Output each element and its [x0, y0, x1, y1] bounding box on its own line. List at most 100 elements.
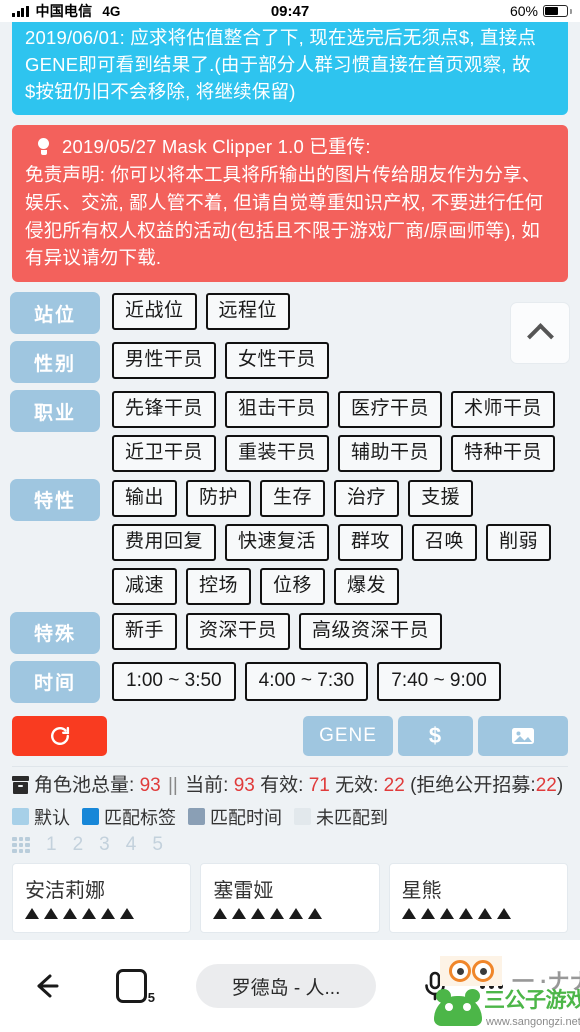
page-link[interactable]: 3	[99, 834, 110, 856]
legend-label: 未匹配到	[316, 807, 388, 828]
voice-search-button[interactable]	[420, 966, 450, 1006]
invalid-value: 22	[383, 774, 405, 796]
filter-row-class: 职业 先锋干员 狙击干员 医疗干员 术师干员 近卫干员 重装干员 辅助干员 特种…	[10, 390, 570, 472]
export-image-button[interactable]	[478, 715, 568, 756]
filter-tag[interactable]: 7:40 ~ 9:00	[377, 661, 501, 701]
character-card[interactable]: 塞雷娅	[200, 862, 380, 933]
more-menu-button[interactable]	[480, 983, 503, 989]
filter-tag[interactable]: 辅助干员	[338, 434, 443, 472]
filter-tag[interactable]: 召唤	[412, 523, 478, 561]
filter-tag[interactable]: 控场	[186, 567, 252, 605]
filter-tag[interactable]: 生存	[260, 479, 326, 517]
filter-tag[interactable]: 位移	[260, 567, 326, 605]
scroll-to-top-button[interactable]	[510, 302, 570, 364]
filter-tag[interactable]: 减速	[112, 567, 178, 605]
gene-button[interactable]: GENE	[303, 715, 393, 756]
filter-tag[interactable]: 特种干员	[451, 434, 556, 472]
invalid-label: 无效:	[335, 774, 379, 796]
current-label: 当前:	[185, 774, 229, 796]
filter-options-special: 新手 资深干员 高级资深干员	[112, 612, 443, 650]
address-bar-text: 罗德岛 - 人...	[231, 977, 341, 999]
filter-tag[interactable]: 爆发	[334, 567, 400, 605]
disclaimer-heading-row: 2019/05/27 Mask Clipper 1.0 已重传:	[25, 133, 555, 160]
filter-tag[interactable]: 近战位	[112, 293, 197, 330]
star-icon	[44, 907, 58, 919]
filter-tag[interactable]: 治疗	[334, 479, 400, 517]
filter-tag[interactable]: 削弱	[486, 523, 552, 561]
legend-label: 默认	[34, 807, 70, 828]
page-link[interactable]: 4	[126, 834, 137, 856]
filter-options-time: 1:00 ~ 3:50 4:00 ~ 7:30 7:40 ~ 9:00	[112, 661, 501, 701]
filter-tag[interactable]: 防护	[186, 479, 252, 517]
filter-tag[interactable]: 术师干员	[451, 391, 556, 428]
filter-label-gender: 性别	[10, 341, 100, 383]
filter-tag[interactable]: 先锋干员	[112, 391, 217, 428]
filter-options-trait: 输出 防护 生存 治疗 支援 费用回复 快速复活 群攻 召唤 削弱 减速 控场 …	[112, 479, 570, 605]
filter-row-position: 站位 近战位 远程位	[10, 292, 570, 334]
tab-switcher-button[interactable]: 5	[112, 964, 156, 1008]
page-link[interactable]: 2	[73, 834, 84, 856]
reset-button[interactable]	[12, 715, 107, 756]
filter-tag[interactable]: 高级资深干员	[299, 612, 443, 650]
filter-row-trait: 特性 输出 防护 生存 治疗 支援 费用回复 快速复活 群攻 召唤 削弱 减速 …	[10, 478, 570, 605]
filter-tag[interactable]: 快速复活	[225, 523, 330, 561]
legend-label: 匹配时间	[210, 807, 282, 828]
more-dots-icon	[480, 983, 503, 989]
page-link[interactable]: 1	[46, 834, 57, 856]
disclaimer-heading: 2019/05/27 Mask Clipper 1.0 已重传:	[62, 136, 371, 157]
filter-tag[interactable]: 输出	[112, 479, 178, 517]
filter-tag[interactable]: 狙击干员	[225, 391, 330, 428]
legend-item: 匹配标签	[82, 804, 176, 830]
star-icon	[213, 907, 228, 919]
back-button[interactable]	[26, 966, 66, 1006]
filter-tag[interactable]: 医疗干员	[338, 391, 443, 428]
filter-label-trait: 特性	[10, 478, 100, 521]
page-link[interactable]: 5	[152, 834, 163, 856]
reject-note-value: 22	[535, 774, 557, 796]
status-bar-right: 60%	[510, 3, 572, 19]
filter-label-position: 站位	[10, 292, 100, 334]
legend-item: 未匹配到	[294, 804, 388, 830]
filter-tag[interactable]: 男性干员	[112, 342, 217, 379]
filter-tag[interactable]: 费用回复	[112, 523, 217, 561]
network-type-label: 4G	[102, 3, 121, 19]
filter-label-time: 时间	[10, 660, 100, 703]
character-name: 安洁莉娜	[25, 879, 105, 902]
phone-screen: 中国电信 4G 09:47 60% 2019/06/01: 应求将估值整合了下,…	[0, 0, 580, 1032]
filter-tag[interactable]: 重装干员	[225, 434, 330, 472]
star-icon	[401, 907, 416, 919]
action-button-row: GENE $	[0, 710, 580, 756]
filter-tag[interactable]: 新手	[112, 612, 178, 650]
character-name: 星熊	[401, 879, 442, 902]
star-icon	[289, 907, 304, 919]
filter-tag[interactable]: 远程位	[205, 293, 291, 330]
value-button[interactable]: $	[398, 715, 473, 756]
filter-row-special: 特殊 新手 资深干员 高级资深干员	[10, 611, 570, 654]
filter-tag[interactable]: 群攻	[338, 523, 404, 561]
character-card[interactable]: 星熊	[388, 862, 568, 933]
filter-label-special: 特殊	[10, 611, 100, 654]
pagination: 1 2 3 4 5	[0, 830, 580, 856]
status-bar: 中国电信 4G 09:47 60%	[0, 0, 580, 22]
legend-item: 默认	[12, 804, 70, 830]
address-bar[interactable]: 罗德岛 - 人...	[196, 964, 376, 1008]
filter-tag[interactable]: 4:00 ~ 7:30	[244, 661, 369, 701]
pool-statistics: 角色池总量: 93 || 当前: 93 有效: 71 无效: 22 (拒绝公开招…	[0, 767, 580, 799]
filter-tag[interactable]: 1:00 ~ 3:50	[112, 661, 236, 701]
pool-total-value: 93	[139, 774, 161, 796]
filter-tag[interactable]: 支援	[408, 479, 474, 517]
filter-panel: 站位 近战位 远程位 性别 男性干员 女性干员 职业 先锋干员 狙击干员 医疗干…	[0, 292, 580, 703]
rarity-stars	[213, 907, 366, 919]
current-value: 93	[233, 774, 255, 796]
filter-tag[interactable]: 资深干员	[186, 612, 291, 650]
star-icon	[232, 907, 247, 919]
star-icon	[251, 907, 266, 919]
character-card[interactable]: 安洁莉娜	[12, 862, 192, 933]
filter-tag[interactable]: 近卫干员	[112, 434, 217, 472]
character-card-list: 安洁莉娜 塞雷娅 星熊	[0, 856, 580, 933]
filter-tag[interactable]: 女性干员	[225, 342, 330, 379]
reject-note-open: (拒绝公开招募:	[410, 774, 536, 796]
rarity-stars	[401, 907, 555, 919]
grid-icon[interactable]	[12, 836, 30, 853]
valid-value: 71	[308, 774, 330, 796]
